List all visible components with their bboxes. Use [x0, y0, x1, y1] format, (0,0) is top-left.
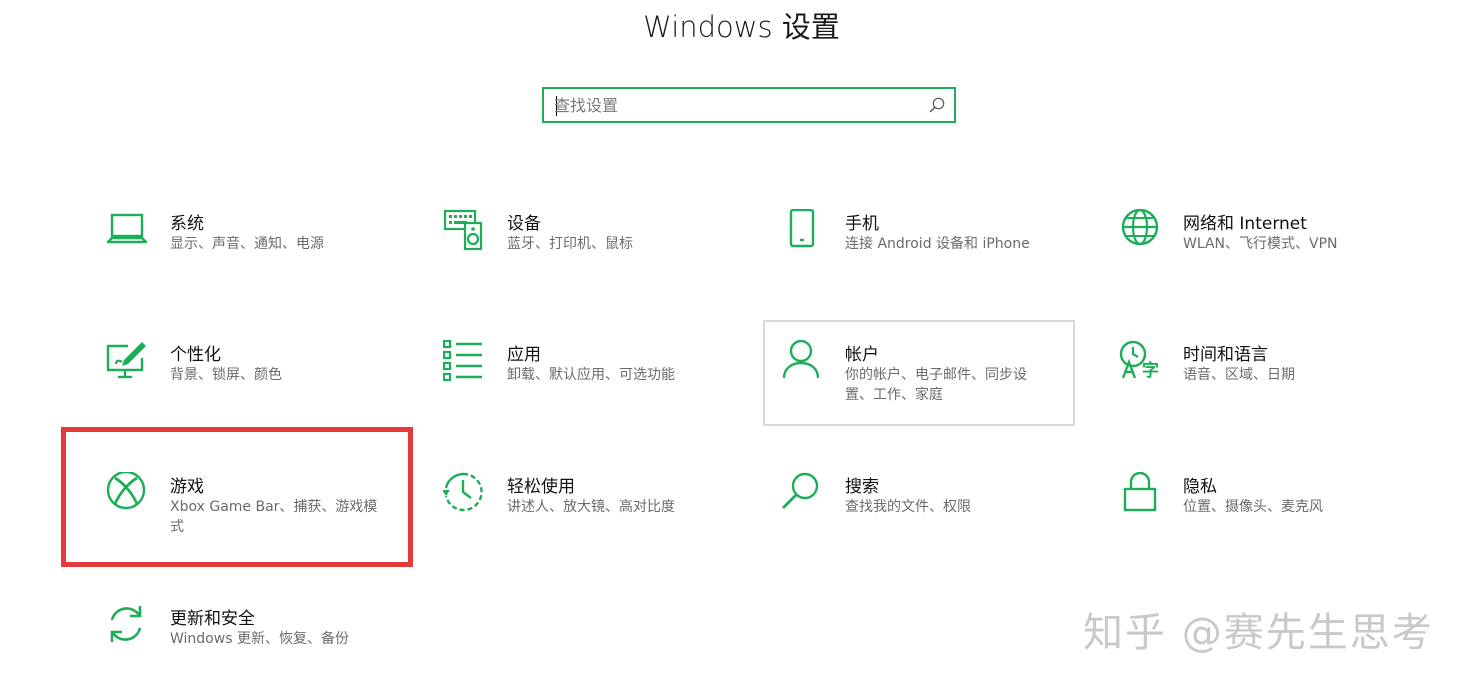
- paint-monitor-icon: [106, 340, 150, 384]
- search-input[interactable]: [554, 93, 914, 117]
- phone-icon: [781, 209, 825, 253]
- person-icon: [781, 340, 825, 384]
- tile-description: 位置、摄像头、麦克风: [1183, 499, 1323, 515]
- tile-privacy[interactable]: 隐私 位置、摄像头、麦克风: [1119, 472, 1409, 542]
- tile-description: WLAN、飞行模式、VPN: [1183, 236, 1338, 252]
- page-title: Windows 设置: [643, 10, 840, 44]
- ease-of-access-icon: [443, 472, 487, 516]
- tile-name: 网络和 Internet: [1183, 214, 1307, 234]
- tile-name: 搜索: [845, 477, 879, 497]
- sync-icon: [106, 604, 150, 648]
- globe-icon: [1119, 209, 1163, 253]
- tile-search[interactable]: 搜索 查找我的文件、权限: [781, 472, 1071, 542]
- tile-personalization[interactable]: 个性化 背景、锁屏、颜色: [106, 340, 396, 410]
- tile-devices[interactable]: 设备 蓝牙、打印机、鼠标: [443, 209, 733, 279]
- search-box[interactable]: [542, 87, 956, 123]
- tile-name: 隐私: [1183, 477, 1217, 497]
- tile-update-security[interactable]: 更新和安全 Windows 更新、恢复、备份: [106, 604, 396, 674]
- tile-apps[interactable]: 应用 卸载、默认应用、可选功能: [443, 340, 733, 410]
- tile-description: Windows 更新、恢复、备份: [170, 631, 349, 647]
- tile-name: 手机: [845, 214, 879, 234]
- tile-description: 查找我的文件、权限: [845, 499, 971, 515]
- tile-name: 设备: [507, 214, 541, 234]
- tile-name: 应用: [507, 345, 541, 365]
- laptop-icon: [106, 209, 150, 253]
- search-icon[interactable]: [928, 96, 946, 114]
- tile-description: 蓝牙、打印机、鼠标: [507, 236, 633, 252]
- tile-name: 时间和语言: [1183, 345, 1268, 365]
- tile-description: 连接 Android 设备和 iPhone: [845, 236, 1030, 252]
- tile-name: 个性化: [170, 345, 221, 365]
- lock-icon: [1119, 472, 1163, 516]
- tile-description: 背景、锁屏、颜色: [170, 367, 282, 383]
- tile-network[interactable]: 网络和 Internet WLAN、飞行模式、VPN: [1119, 209, 1409, 279]
- svg-text:字: 字: [1142, 360, 1159, 381]
- tile-accounts[interactable]: 帐户 你的帐户、电子邮件、同步设置、工作、家庭: [781, 340, 1061, 410]
- tile-description: 讲述人、放大镜、高对比度: [507, 499, 675, 515]
- apps-list-icon: [443, 340, 487, 384]
- tile-description: 显示、声音、通知、电源: [170, 236, 324, 252]
- tile-description: 你的帐户、电子邮件、同步设置、工作、家庭: [845, 367, 1027, 403]
- magnifier-icon: [781, 472, 825, 516]
- time-language-icon: 字: [1119, 340, 1163, 384]
- watermark: 知乎 @赛先生思考: [1083, 610, 1434, 656]
- keyboard-speaker-icon: [443, 209, 487, 253]
- tile-phone[interactable]: 手机 连接 Android 设备和 iPhone: [781, 209, 1071, 279]
- tile-ease-of-access[interactable]: 轻松使用 讲述人、放大镜、高对比度: [443, 472, 733, 542]
- tile-system[interactable]: 系统 显示、声音、通知、电源: [106, 209, 396, 279]
- tile-name: 帐户: [845, 345, 879, 365]
- tile-time-language[interactable]: 字 时间和语言 语音、区域、日期: [1119, 340, 1409, 410]
- annotation-highlight-box: [61, 427, 413, 567]
- tile-description: 语音、区域、日期: [1183, 367, 1295, 383]
- tile-name: 系统: [170, 214, 204, 234]
- tile-name: 轻松使用: [507, 477, 575, 497]
- tile-name: 更新和安全: [170, 609, 255, 629]
- tile-description: 卸载、默认应用、可选功能: [507, 367, 675, 383]
